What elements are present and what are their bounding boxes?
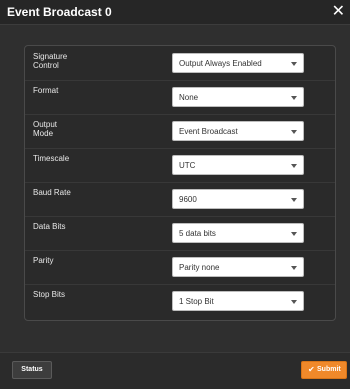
data-bits-label: Data Bits	[33, 222, 66, 231]
chevron-down-icon	[291, 130, 297, 134]
chevron-down-icon	[291, 164, 297, 168]
row-signature-control: Signature Control Output Always Enabled	[25, 46, 335, 81]
submit-label: Submit	[317, 366, 341, 373]
row-baud-rate: Baud Rate 9600	[25, 182, 335, 217]
parity-value: Parity none	[179, 263, 220, 272]
event-broadcast-dialog: Event Broadcast 0 ✕ Signature Control Ou…	[0, 0, 350, 389]
signature-control-value: Output Always Enabled	[179, 59, 262, 68]
baud-rate-select[interactable]: 9600	[172, 189, 304, 209]
dialog-title: Event Broadcast 0	[7, 5, 112, 19]
chevron-down-icon	[291, 266, 297, 270]
data-bits-value: 5 data bits	[179, 229, 216, 238]
format-select[interactable]: None	[172, 87, 304, 107]
stop-bits-value: 1 Stop Bit	[179, 297, 214, 306]
output-mode-label: Output Mode	[33, 120, 58, 138]
parity-label: Parity	[33, 256, 54, 265]
format-value: None	[179, 93, 199, 102]
row-format: Format None	[25, 80, 335, 115]
chevron-down-icon	[291, 300, 297, 304]
signature-control-label: Signature Control	[33, 52, 68, 70]
chevron-down-icon	[291, 62, 297, 66]
dialog-titlebar: Event Broadcast 0 ✕	[0, 0, 350, 25]
stop-bits-select[interactable]: 1 Stop Bit	[172, 291, 304, 311]
row-parity: Parity Parity none	[25, 250, 335, 285]
signature-control-select[interactable]: Output Always Enabled	[172, 53, 304, 73]
stop-bits-label: Stop Bits	[33, 290, 66, 299]
submit-button[interactable]: ✔ Submit	[301, 361, 347, 379]
baud-rate-label: Baud Rate	[33, 188, 71, 197]
close-icon[interactable]: ✕	[332, 1, 345, 20]
output-mode-select[interactable]: Event Broadcast	[172, 121, 304, 141]
status-button[interactable]: Status	[12, 361, 52, 379]
check-icon: ✔	[308, 365, 315, 374]
row-timescale: Timescale UTC	[25, 148, 335, 183]
parity-select[interactable]: Parity none	[172, 257, 304, 277]
format-label: Format	[33, 86, 59, 95]
timescale-label: Timescale	[33, 154, 70, 163]
timescale-value: UTC	[179, 161, 196, 170]
chevron-down-icon	[291, 232, 297, 236]
data-bits-select[interactable]: 5 data bits	[172, 223, 304, 243]
baud-rate-value: 9600	[179, 195, 197, 204]
row-output-mode: Output Mode Event Broadcast	[25, 114, 335, 149]
chevron-down-icon	[291, 198, 297, 202]
dialog-footer: Status ✔ Submit	[0, 352, 350, 389]
row-stop-bits: Stop Bits 1 Stop Bit	[25, 284, 335, 318]
settings-panel: Signature Control Output Always Enabled …	[24, 45, 336, 321]
output-mode-value: Event Broadcast	[179, 127, 238, 136]
timescale-select[interactable]: UTC	[172, 155, 304, 175]
chevron-down-icon	[291, 96, 297, 100]
row-data-bits: Data Bits 5 data bits	[25, 216, 335, 251]
